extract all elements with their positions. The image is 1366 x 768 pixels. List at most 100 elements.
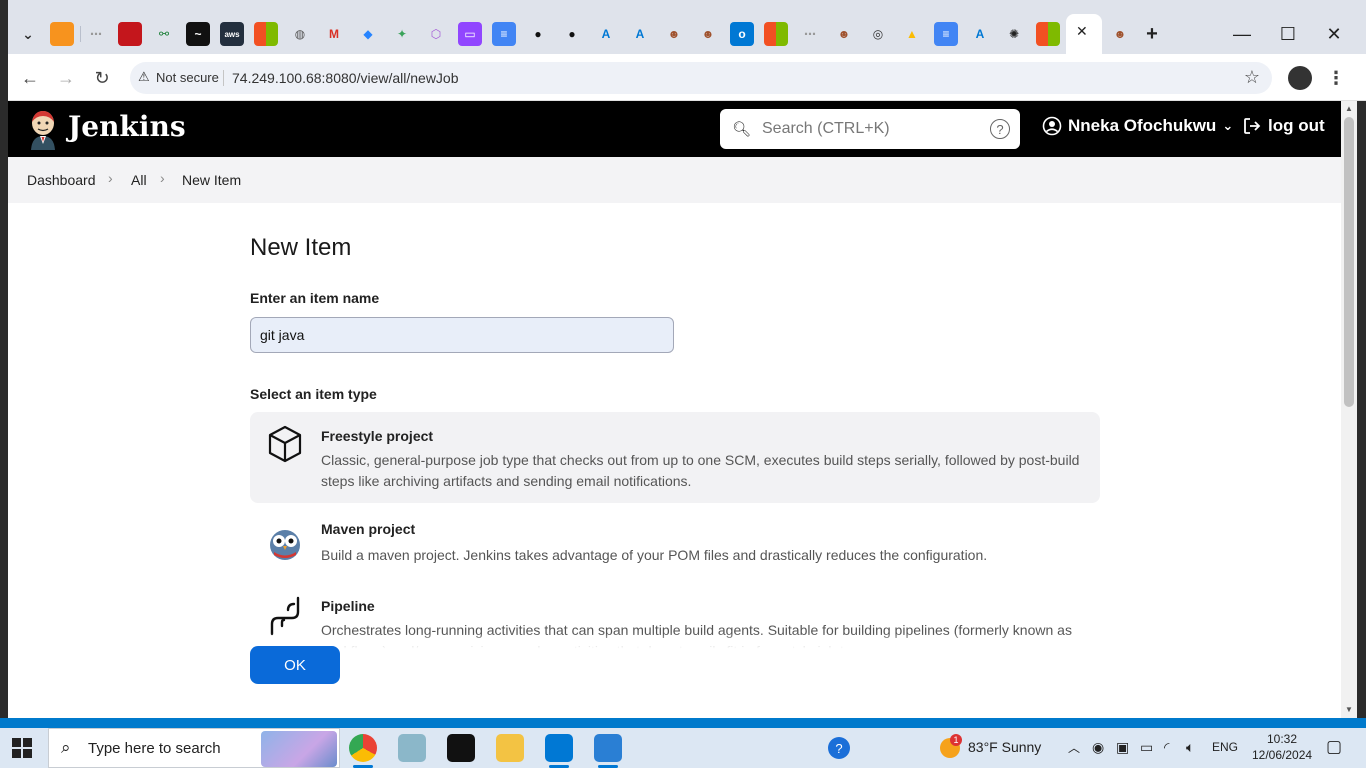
user-name[interactable]: Nneka Ofochukwu <box>1068 116 1216 136</box>
scrollbar-thumb[interactable] <box>1344 117 1354 407</box>
page-scrollbar[interactable]: ▲ ▼ <box>1341 101 1357 718</box>
avatar-icon-3[interactable]: ☻ <box>832 22 856 46</box>
box-icon[interactable] <box>50 22 74 46</box>
openai-icon[interactable]: ✺ <box>1002 22 1026 46</box>
reload-icon[interactable]: ↻ <box>88 64 116 92</box>
dots-icon[interactable]: ⋯ <box>84 22 108 46</box>
menu-kebab-icon[interactable]: ⋮ <box>1322 64 1350 92</box>
azure-icon-2[interactable]: A <box>628 22 652 46</box>
item-name-input[interactable] <box>250 317 674 353</box>
item-type-label: Select an item type <box>250 386 377 402</box>
main-content: New Item Enter an item name Select an it… <box>8 203 1341 718</box>
maximize-button[interactable]: ☐ <box>1268 18 1308 50</box>
active-tab[interactable]: ✕ <box>1066 14 1102 54</box>
url-text[interactable]: 74.249.100.68:8080/view/all/newJob <box>232 70 459 86</box>
microsoft-icon[interactable] <box>254 22 278 46</box>
wifi-icon[interactable]: ◜ <box>1164 739 1169 756</box>
back-arrow-icon[interactable]: ← <box>16 64 44 92</box>
outlook-icon[interactable]: o <box>730 22 754 46</box>
breadcrumb-dashboard[interactable]: Dashboard <box>27 172 96 188</box>
item-type-freestyle[interactable]: Freestyle project Classic, general-purpo… <box>250 412 1100 503</box>
chevron-down-icon[interactable]: ⌄ <box>1222 118 1233 134</box>
avatar-icon-4[interactable]: ☻ <box>1108 22 1132 46</box>
gmail-icon[interactable]: M <box>322 22 346 46</box>
pipeline-icon <box>270 596 300 636</box>
notifications-icon[interactable]: ▢ <box>1326 737 1342 757</box>
warning-icon[interactable]: ⚠ <box>138 69 150 85</box>
github-icon[interactable]: ● <box>526 22 550 46</box>
file-explorer-icon[interactable] <box>496 734 524 762</box>
security-status[interactable]: Not secure <box>156 70 219 85</box>
clock[interactable]: 10:32 12/06/2024 <box>1252 732 1312 762</box>
breadcrumb-new-item[interactable]: New Item <box>182 172 241 188</box>
logout-icon <box>1244 118 1261 134</box>
jira-icon[interactable]: ◆ <box>356 22 380 46</box>
docs-icon[interactable]: ≡ <box>492 22 516 46</box>
vscode-taskbar-icon[interactable] <box>545 734 573 762</box>
help-taskbar-icon[interactable]: ? <box>828 737 850 759</box>
omnibox-divider <box>223 70 224 86</box>
azure-icon-3[interactable]: A <box>968 22 992 46</box>
scroll-up-icon[interactable]: ▲ <box>1345 104 1353 113</box>
scroll-down-icon[interactable]: ▼ <box>1345 705 1353 714</box>
camera-icon[interactable]: ▣ <box>1116 739 1129 756</box>
photos-taskbar-icon[interactable] <box>594 734 622 762</box>
microsoft-icon-3[interactable] <box>1036 22 1060 46</box>
logout-label[interactable]: log out <box>1268 116 1325 136</box>
user-menu[interactable]: Nneka Ofochukwu ⌄ <box>1042 116 1233 136</box>
chrome-icon[interactable]: ◎ <box>866 22 890 46</box>
logout-link[interactable]: log out <box>1242 116 1325 136</box>
search-placeholder[interactable]: Search (CTRL+K) <box>762 120 890 138</box>
language-indicator[interactable]: ENG <box>1212 740 1238 754</box>
globe-icon[interactable]: ◍ <box>288 22 312 46</box>
browser-toolbar: ← → ↻ ⚠ Not secure 74.249.100.68:8080/vi… <box>0 54 1366 101</box>
breadcrumb-chevron-icon: › <box>108 170 113 186</box>
azure-icon[interactable]: A <box>594 22 618 46</box>
weather-text[interactable]: 83°F Sunny <box>968 739 1041 755</box>
taskbar-search[interactable]: ⌕ Type here to search <box>48 728 340 768</box>
tab-search-icon[interactable]: ⌄ <box>16 22 40 46</box>
record-icon[interactable]: ◉ <box>1092 739 1104 756</box>
close-window-button[interactable]: ✕ <box>1314 18 1354 50</box>
drive-icon[interactable]: ▲ <box>900 22 924 46</box>
chrome-taskbar-icon[interactable] <box>349 734 377 762</box>
ok-button[interactable]: OK <box>250 646 340 684</box>
battery-icon[interactable]: ▭ <box>1140 739 1153 756</box>
new-tab-button[interactable]: + <box>1140 22 1164 46</box>
gitlens-icon[interactable]: ⚯ <box>152 22 176 46</box>
clock-date: 12/06/2024 <box>1252 748 1313 762</box>
aws-icon[interactable]: aws <box>220 22 244 46</box>
cube-icon[interactable]: ⬡ <box>424 22 448 46</box>
jenkins-header: Jenkins 🔍︎ Search (CTRL+K) ? Nneka Ofoch… <box>8 101 1341 157</box>
item-description: Build a maven project. Jenkins takes adv… <box>321 547 988 563</box>
chevron-up-icon[interactable]: ︿ <box>1068 739 1080 756</box>
item-type-maven[interactable]: Maven project Build a maven project. Jen… <box>250 513 1100 575</box>
twitch-icon[interactable]: ▭ <box>458 22 482 46</box>
avatar-icon[interactable]: ☻ <box>662 22 686 46</box>
item-title: Freestyle project <box>321 428 434 444</box>
notes-taskbar-icon[interactable] <box>398 734 426 762</box>
profile-avatar[interactable] <box>1288 66 1312 90</box>
redbox-icon[interactable] <box>118 22 142 46</box>
dots-icon-2[interactable]: ⋯ <box>798 22 822 46</box>
docs-icon-2[interactable]: ≡ <box>934 22 958 46</box>
avatar-icon-2[interactable]: ☻ <box>696 22 720 46</box>
help-icon[interactable]: ? <box>990 119 1010 139</box>
frog-icon[interactable]: ✦ <box>390 22 414 46</box>
bookmark-star-icon[interactable]: ☆ <box>1244 67 1260 88</box>
trend-icon[interactable]: ~ <box>186 22 210 46</box>
jenkins-brand[interactable]: Jenkins <box>68 110 186 143</box>
taskbar-search-placeholder[interactable]: Type here to search <box>88 740 221 757</box>
microsoft-icon-2[interactable] <box>764 22 788 46</box>
webstorm-taskbar-icon[interactable] <box>447 734 475 762</box>
minimize-button[interactable]: — <box>1222 18 1262 50</box>
tab-close-icon[interactable]: ✕ <box>1076 23 1088 40</box>
github-icon-2[interactable]: ● <box>560 22 584 46</box>
jenkins-search-box[interactable]: 🔍︎ Search (CTRL+K) ? <box>720 109 1020 149</box>
volume-icon[interactable]: 🔈︎ <box>1186 739 1194 756</box>
breadcrumb-all[interactable]: All <box>131 172 147 188</box>
forward-arrow-icon[interactable]: → <box>52 64 80 92</box>
jenkins-logo-icon[interactable] <box>26 108 60 150</box>
address-bar[interactable]: ⚠ Not secure 74.249.100.68:8080/view/all… <box>130 62 1272 94</box>
windows-start-icon[interactable] <box>12 738 32 764</box>
